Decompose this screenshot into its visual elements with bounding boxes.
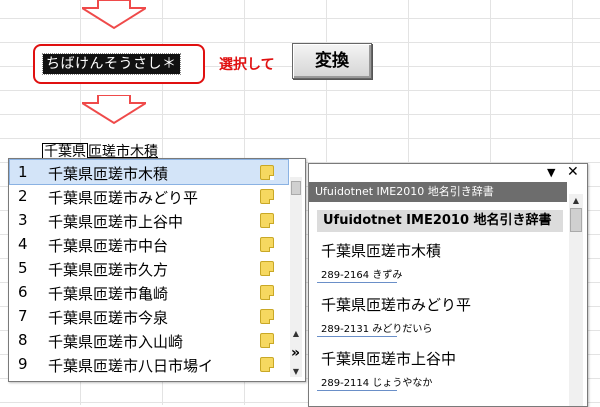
reading-input-frame: ちばけんそうさし＊ <box>33 44 205 84</box>
candidate-list: 1 千葉県匝瑳市木積 2 千葉県匝瑳市みどり平 3 千葉県匝瑳市上谷中 4 千葉… <box>8 158 306 382</box>
dictionary-panel: ▼ ✕ Ufuidotnet IME2010 地名引き辞書 Ufuidotnet… <box>308 163 588 407</box>
candidate-text: 千葉県匝瑳市木積 <box>48 165 169 183</box>
candidate-item[interactable]: 5 千葉県匝瑳市久方 <box>10 256 288 280</box>
dictionary-entry-name: 千葉県匝瑳市木積 <box>321 242 442 260</box>
dictionary-note-icon[interactable] <box>260 309 274 324</box>
scrollbar-thumb[interactable] <box>291 181 301 195</box>
dropdown-arrow-icon[interactable]: ▼ <box>547 166 555 179</box>
down-arrow-icon <box>82 0 146 30</box>
dictionary-note-icon[interactable] <box>260 333 274 348</box>
candidate-number: 5 <box>18 259 28 277</box>
candidate-number: 9 <box>18 355 28 373</box>
candidate-number: 3 <box>18 211 28 229</box>
dictionary-note-icon[interactable] <box>260 165 274 180</box>
reading-text[interactable]: ちばけんそうさし＊ <box>42 53 181 75</box>
candidate-text: 千葉県匝瑳市亀崎 <box>48 285 169 303</box>
candidate-item[interactable]: 9 千葉県匝瑳市八日市場イ <box>10 352 288 376</box>
candidate-text: 千葉県匝瑳市みどり平 <box>48 189 199 207</box>
candidate-number: 4 <box>18 235 28 253</box>
dictionary-note-icon[interactable] <box>260 189 274 204</box>
scroll-up-icon[interactable]: ▲ <box>569 196 583 206</box>
dictionary-entry-detail: 289-2131 みどりだいら <box>321 324 433 335</box>
close-icon[interactable]: ✕ <box>567 164 579 180</box>
scrollbar-thumb[interactable] <box>570 208 582 232</box>
candidate-item[interactable]: 2 千葉県匝瑳市みどり平 <box>10 184 288 208</box>
candidate-number: 7 <box>18 307 28 325</box>
dictionary-entry-name: 千葉県匝瑳市上谷中 <box>321 350 457 368</box>
candidate-text: 千葉県匝瑳市今泉 <box>48 309 169 327</box>
candidate-text: 千葉県匝瑳市上谷中 <box>48 213 184 231</box>
dictionary-entry-detail: 289-2114 じょうやなか <box>321 378 433 389</box>
candidate-number: 8 <box>18 331 28 349</box>
dictionary-note-icon[interactable] <box>260 357 274 372</box>
dictionary-entry-detail: 289-2164 きずみ <box>321 270 403 281</box>
dictionary-title: Ufuidotnet IME2010 地名引き辞書 <box>317 210 563 232</box>
scroll-up-icon[interactable]: ▲ <box>290 329 302 339</box>
dictionary-entry-divider <box>317 390 397 391</box>
dictionary-entry-name: 千葉県匝瑳市みどり平 <box>321 296 472 314</box>
candidate-item[interactable]: 4 千葉県匝瑳市中台 <box>10 232 288 256</box>
candidate-number: 1 <box>18 163 28 181</box>
expand-button[interactable]: » <box>291 345 300 361</box>
convert-key[interactable]: 変換 <box>292 43 372 79</box>
dictionary-panel-header: Ufuidotnet IME2010 地名引き辞書 <box>309 182 567 202</box>
dictionary-note-icon[interactable] <box>260 237 274 252</box>
dictionary-panel-toolbar: ▼ ✕ <box>309 164 587 182</box>
dictionary-entry-divider <box>317 282 397 283</box>
dictionary-entry-divider <box>317 336 397 337</box>
down-arrow-icon <box>82 95 146 125</box>
scroll-down-icon[interactable]: ▼ <box>290 367 302 377</box>
instruction-label: 選択して <box>219 57 275 73</box>
candidate-text: 千葉県匝瑳市久方 <box>48 261 169 279</box>
candidate-item[interactable]: 7 千葉県匝瑳市今泉 <box>10 304 288 328</box>
candidate-text: 千葉県匝瑳市入山崎 <box>48 333 184 351</box>
candidate-text: 千葉県匝瑳市八日市場イ <box>48 357 214 375</box>
dictionary-note-icon[interactable] <box>260 261 274 276</box>
dictionary-scrollbar[interactable]: ▲ <box>569 194 583 406</box>
candidate-item[interactable]: 1 千葉県匝瑳市木積 <box>9 159 289 185</box>
candidate-text: 千葉県匝瑳市中台 <box>48 237 169 255</box>
dictionary-note-icon[interactable] <box>260 285 274 300</box>
candidate-number: 6 <box>18 283 28 301</box>
dictionary-note-icon[interactable] <box>260 213 274 228</box>
candidate-item[interactable]: 6 千葉県匝瑳市亀崎 <box>10 280 288 304</box>
candidate-item[interactable]: 3 千葉県匝瑳市上谷中 <box>10 208 288 232</box>
candidate-number: 2 <box>18 187 28 205</box>
candidate-item[interactable]: 8 千葉県匝瑳市入山崎 <box>10 328 288 352</box>
